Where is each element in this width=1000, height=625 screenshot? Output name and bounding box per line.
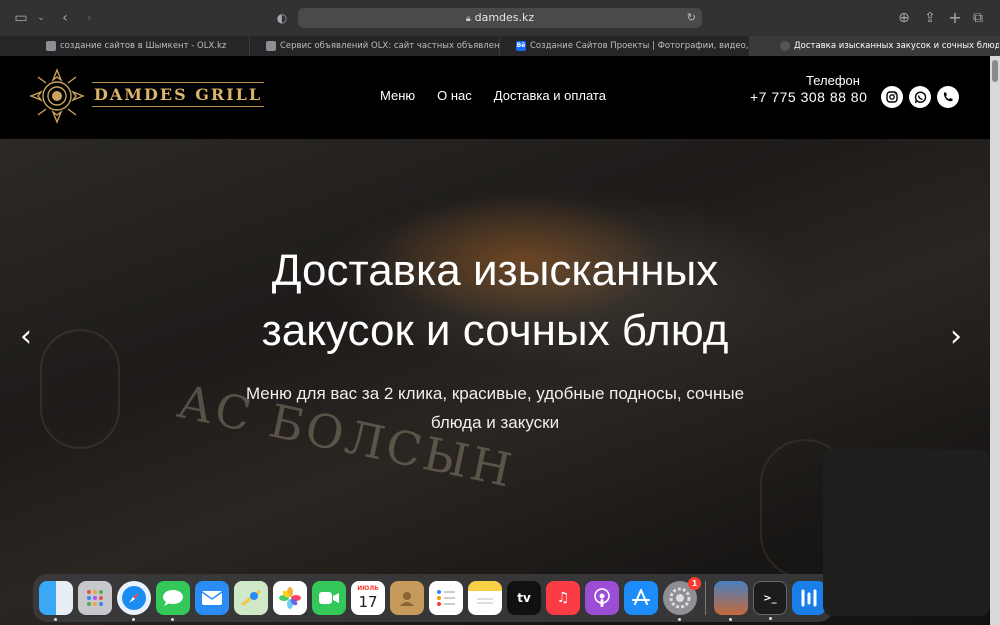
phone-icon[interactable] [937, 86, 959, 108]
logo-text[interactable]: DAMDES GRILL [92, 82, 265, 107]
tab-olx-main[interactable]: Сервис объявлений OLX: сайт частных объя… [250, 36, 500, 56]
tab-label: Доставка изысканных закусок и сочных блю… [794, 41, 1000, 51]
whatsapp-icon[interactable] [909, 86, 931, 108]
browser-toolbar: ▭ ⌄ ‹ › ◐ 🔒︎ damdes.kz ↻ ⊕ ⇪ + ⧉ [0, 0, 1000, 36]
appstore-icon[interactable] [624, 581, 658, 615]
share-icon[interactable]: ⇪ [921, 9, 939, 27]
hero-subtitle-line1: Меню для вас за 2 клика, красивые, удобн… [245, 384, 745, 403]
calendar-day: 17 [358, 593, 378, 611]
notes-icon[interactable] [468, 581, 502, 615]
finder-icon[interactable] [39, 581, 73, 621]
slider-next-arrow-icon[interactable]: › [950, 319, 962, 354]
damdes-favicon-icon [780, 41, 790, 51]
hero-title: Доставка изысканных закусок и сочных блю… [0, 241, 990, 361]
mail-icon[interactable] [195, 581, 229, 615]
dock-separator [705, 581, 706, 615]
reload-icon[interactable]: ↻ [687, 8, 696, 28]
new-tab-icon[interactable]: + [946, 9, 964, 27]
tab-damdes[interactable]: Доставка изысканных закусок и сочных блю… [750, 36, 1000, 56]
sidebar-icon[interactable]: ▭ [12, 9, 30, 27]
nav-delivery[interactable]: Доставка и оплата [494, 88, 606, 103]
tab-label: Сервис объявлений OLX: сайт частных объя… [280, 41, 500, 51]
settings-icon[interactable]: 1 [663, 577, 701, 621]
tv-label: tv [517, 591, 531, 605]
tab-bar: создание сайтов в Шымкент - OLX.kz Серви… [0, 36, 1000, 56]
tab-behance[interactable]: Bē Создание Сайтов Проекты | Фотографии,… [500, 36, 750, 56]
hero-title-line2: закусок и сочных блюд [261, 306, 729, 355]
tab-label: Создание Сайтов Проекты | Фотографии, ви… [530, 41, 749, 51]
tab-label: создание сайтов в Шымкент - OLX.kz [60, 41, 227, 51]
olx-favicon-icon [46, 41, 56, 51]
download-icon[interactable]: ⊕ [895, 9, 913, 27]
forward-icon[interactable]: › [80, 9, 98, 27]
reminders-icon[interactable] [429, 581, 463, 615]
scrollbar-thumb[interactable] [992, 60, 998, 82]
macos-dock: ИЮЛЬ 17 tv ♫ 1 >_ [33, 574, 833, 622]
podcasts-icon[interactable] [585, 581, 619, 615]
notification-badge: 1 [688, 577, 701, 590]
nav-menu[interactable]: Меню [380, 88, 415, 103]
hero-subtitle: Меню для вас за 2 клика, красивые, удобн… [230, 379, 760, 437]
phone-label: Телефон [806, 73, 860, 88]
site-header: DAMDES GRILL Меню О нас Доставка и оплат… [0, 56, 990, 139]
olx-favicon-icon [266, 41, 276, 51]
hero-subtitle-line2: блюда и закуски [430, 413, 560, 432]
game-icon[interactable] [714, 581, 748, 621]
tab-olx-services[interactable]: создание сайтов в Шымкент - OLX.kz [0, 36, 250, 56]
slider-prev-arrow-icon[interactable]: ‹ [20, 319, 32, 354]
contacts-icon[interactable] [390, 581, 424, 615]
address-bar[interactable]: 🔒︎ damdes.kz ↻ [298, 8, 702, 28]
instagram-icon[interactable] [881, 86, 903, 108]
messages-icon[interactable] [156, 581, 190, 621]
overlay-panel [823, 449, 990, 616]
app-icon[interactable] [792, 581, 826, 615]
nav-about[interactable]: О нас [437, 88, 472, 103]
tab-overview-icon[interactable]: ⧉ [969, 9, 987, 27]
main-nav: Меню О нас Доставка и оплата [380, 88, 606, 103]
phone-number[interactable]: +7 775 308 88 80 [750, 89, 867, 105]
photos-icon[interactable] [273, 581, 307, 615]
safari-icon[interactable] [117, 581, 151, 621]
maps-icon[interactable] [234, 581, 268, 615]
hero-title-line1: Доставка изысканных [271, 246, 719, 295]
tv-icon[interactable]: tv [507, 581, 541, 615]
facetime-icon[interactable] [312, 581, 346, 615]
shield-icon[interactable]: ◐ [273, 9, 291, 27]
back-icon[interactable]: ‹ [56, 9, 74, 27]
calendar-month: ИЮЛЬ [357, 585, 379, 592]
lock-icon: 🔒︎ [465, 14, 471, 24]
behance-favicon-icon: Bē [516, 41, 526, 51]
music-icon[interactable]: ♫ [546, 581, 580, 615]
chevron-down-icon[interactable]: ⌄ [32, 9, 50, 27]
page-scrollbar[interactable] [990, 56, 1000, 625]
calendar-icon[interactable]: ИЮЛЬ 17 [351, 581, 385, 615]
url-text: damdes.kz [474, 11, 535, 24]
logo-emblem-icon[interactable] [28, 67, 86, 125]
terminal-icon[interactable]: >_ [753, 581, 787, 620]
launchpad-icon[interactable] [78, 581, 112, 615]
